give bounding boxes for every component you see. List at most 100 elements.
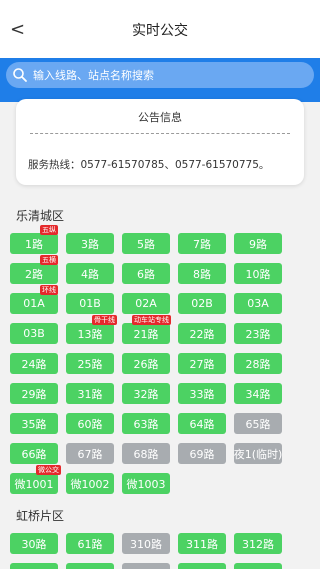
notice-text: 服务热线：0577-61570785、0577-61570775。 (28, 159, 270, 171)
route-button[interactable]: 21路 动车站专线 (122, 315, 171, 344)
route-button[interactable]: 3路 (66, 233, 114, 254)
notice-title: 公告信息 (138, 111, 182, 124)
route-label: 10路 (245, 267, 271, 281)
route-label: 26路 (133, 357, 159, 371)
route-button[interactable] (234, 563, 282, 569)
route-label: 27路 (189, 357, 215, 371)
route-label: 9路 (249, 237, 267, 251)
route-button[interactable]: 27路 (178, 353, 226, 374)
route-button[interactable]: 25路 (66, 353, 114, 374)
route-label: 66路 (21, 447, 47, 461)
route-button[interactable]: 4路 (66, 263, 114, 284)
route-tag-badge: 五横 (40, 255, 58, 265)
search-band: 输入线路、站点名称搜索 (0, 58, 320, 102)
route-button[interactable]: 02A (122, 293, 170, 314)
search-placeholder: 输入线路、站点名称搜索 (33, 69, 154, 82)
section-title-city: 乐清城区 (16, 209, 65, 223)
route-label: 5路 (137, 237, 155, 251)
search-input[interactable]: 输入线路、站点名称搜索 (6, 62, 314, 88)
route-button[interactable]: 23路 (234, 323, 282, 344)
route-label: 25路 (77, 357, 103, 371)
route-button[interactable]: 65路 (234, 413, 282, 434)
route-button[interactable] (122, 563, 170, 569)
route-label: 31路 (77, 387, 103, 401)
route-button[interactable] (66, 563, 114, 569)
route-button[interactable]: 01A 环线 (10, 285, 58, 314)
route-button[interactable]: 24路 (10, 353, 58, 374)
route-label: 63路 (133, 417, 159, 431)
route-label: 02B (191, 297, 213, 310)
route-label: 03B (23, 327, 45, 340)
route-label: 01B (79, 297, 101, 310)
top-bar: < 实时公交 (0, 0, 320, 58)
route-button[interactable]: 03A (234, 293, 282, 314)
route-button[interactable]: 311路 (178, 533, 226, 554)
route-button[interactable]: 夜1(临时) (234, 443, 282, 464)
route-label: 02A (135, 297, 157, 310)
route-label: 29路 (21, 387, 47, 401)
section-title-hongqiao: 虹桥片区 (16, 509, 65, 523)
route-button[interactable] (178, 563, 226, 569)
route-label: 21路 (133, 327, 159, 341)
route-button[interactable]: 67路 (66, 443, 114, 464)
route-button[interactable]: 9路 (234, 233, 282, 254)
route-button[interactable]: 61路 (66, 533, 114, 554)
route-label: 60路 (77, 417, 103, 431)
route-label: 03A (247, 297, 269, 310)
route-label: 33路 (189, 387, 215, 401)
route-label: 2路 (25, 267, 43, 281)
route-button[interactable]: 63路 (122, 413, 170, 434)
route-button[interactable]: 60路 (66, 413, 114, 434)
route-label: 34路 (245, 387, 271, 401)
route-button[interactable]: 64路 (178, 413, 226, 434)
route-label: 67路 (77, 447, 103, 461)
route-label: 夜1(临时) (233, 447, 283, 461)
route-tag-badge: 环线 (40, 285, 58, 295)
route-button[interactable]: 310路 (122, 533, 170, 554)
route-button[interactable]: 01B (66, 293, 114, 314)
route-button[interactable]: 26路 (122, 353, 170, 374)
route-label: 64路 (189, 417, 215, 431)
page-title: 实时公交 (132, 23, 188, 39)
route-label: 6路 (137, 267, 155, 281)
route-button[interactable]: 35路 (10, 413, 58, 434)
route-button[interactable]: 31路 (66, 383, 114, 404)
route-button[interactable]: 03B (10, 323, 58, 344)
route-label: 01A (23, 297, 45, 310)
route-button[interactable]: 6路 (122, 263, 170, 284)
route-tag-badge: 五纵 (40, 225, 58, 235)
route-button[interactable]: 33路 (178, 383, 226, 404)
route-button[interactable]: 5路 (122, 233, 170, 254)
route-grid-hongqiao: 30路 61路 310路 311路 312路 (10, 533, 310, 569)
route-label: 微1002 (70, 477, 110, 491)
route-label: 312路 (242, 537, 274, 551)
route-button[interactable]: 10路 (234, 263, 282, 284)
route-button[interactable]: 28路 (234, 353, 282, 374)
route-button[interactable]: 29路 (10, 383, 58, 404)
route-label: 30路 (21, 537, 47, 551)
route-button[interactable]: 1路 五纵 (10, 225, 58, 254)
route-button[interactable]: 68路 (122, 443, 170, 464)
route-button[interactable]: 34路 (234, 383, 282, 404)
route-button[interactable]: 微1002 (66, 473, 114, 494)
route-button[interactable]: 13路 骨干线 (66, 315, 117, 344)
route-button[interactable]: 7路 (178, 233, 226, 254)
route-button[interactable]: 32路 (122, 383, 170, 404)
route-button[interactable]: 69路 (178, 443, 226, 464)
route-label: 23路 (245, 327, 271, 341)
route-button[interactable]: 312路 (234, 533, 282, 554)
route-button[interactable]: 2路 五横 (10, 255, 58, 284)
route-label: 22路 (189, 327, 215, 341)
route-label: 微1003 (126, 477, 166, 491)
route-button[interactable]: 微1001 微公交 (10, 465, 61, 494)
route-button[interactable]: 02B (178, 293, 226, 314)
route-button[interactable]: 66路 (10, 443, 58, 464)
route-label: 4路 (81, 267, 99, 281)
route-button[interactable] (10, 563, 58, 569)
route-button[interactable]: 微1003 (122, 473, 170, 494)
route-button[interactable]: 30路 (10, 533, 58, 554)
route-label: 35路 (21, 417, 47, 431)
route-button[interactable]: 22路 (178, 323, 226, 344)
route-label: 微1001 (14, 477, 54, 491)
route-button[interactable]: 8路 (178, 263, 226, 284)
